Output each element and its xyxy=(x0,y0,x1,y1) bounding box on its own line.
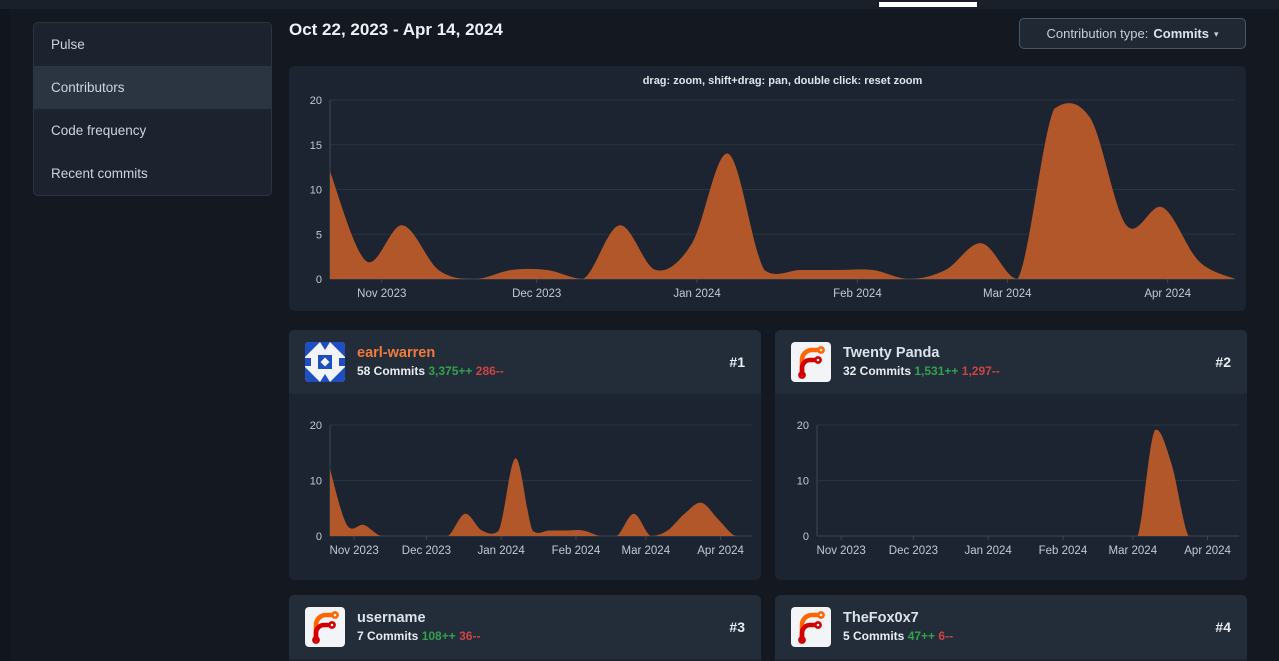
svg-text:Feb 2024: Feb 2024 xyxy=(552,545,601,557)
svg-text:15: 15 xyxy=(310,140,322,152)
svg-text:10: 10 xyxy=(797,476,809,488)
contributor-info: Twenty Panda 32 Commits 1,531++ 1,297-- xyxy=(843,344,1203,380)
contributor-card-3: username 7 Commits 108++ 36-- #3 xyxy=(289,595,761,661)
forgejo-logo-avatar xyxy=(305,607,345,647)
svg-text:10: 10 xyxy=(310,185,322,197)
additions-count: 3,375++ xyxy=(428,364,472,378)
contributor-card-1: earl-warren 58 Commits 3,375++ 286-- #1 … xyxy=(289,330,761,580)
svg-text:Dec 2023: Dec 2023 xyxy=(402,545,451,557)
svg-text:Feb 2024: Feb 2024 xyxy=(1039,545,1088,557)
sidebar-item-code-frequency[interactable]: Code frequency xyxy=(34,109,271,152)
commit-count: 5 Commits xyxy=(843,629,904,643)
svg-text:0: 0 xyxy=(316,274,322,286)
contributions-area-chart[interactable]: 0 5 10 15 20 Nov 2023 Dec 2023 Jan 2024 Feb 2024… xyxy=(289,66,1246,311)
contributor-stats: 5 Commits 47++ 6-- xyxy=(843,628,1203,645)
svg-text:Jan 2024: Jan 2024 xyxy=(964,545,1012,557)
contributor-name[interactable]: earl-warren xyxy=(357,344,717,363)
sidebar-item-recent-commits[interactable]: Recent commits xyxy=(34,152,271,195)
sidebar-item-contributors[interactable]: Contributors xyxy=(34,66,271,109)
svg-text:Jan 2024: Jan 2024 xyxy=(673,288,721,300)
svg-text:20: 20 xyxy=(797,420,809,432)
commit-count: 7 Commits xyxy=(357,629,418,643)
contributor-info: username 7 Commits 108++ 36-- xyxy=(357,609,717,645)
contributor-area-chart[interactable]: 0 10 20 Nov 2023 Dec 2023 Jan 2024 Feb 2024 Mar… xyxy=(775,394,1247,580)
contributor-card-2: Twenty Panda 32 Commits 1,531++ 1,297-- … xyxy=(775,330,1247,580)
commit-count: 58 Commits xyxy=(357,364,425,378)
date-range-title: Oct 22, 2023 - Apr 14, 2024 xyxy=(289,20,503,40)
svg-text:Apr 2024: Apr 2024 xyxy=(1144,288,1191,300)
rank-badge: #2 xyxy=(1215,354,1231,370)
rank-badge: #3 xyxy=(729,619,745,635)
activity-sidebar: Pulse Contributors Code frequency Recent… xyxy=(33,22,272,196)
contributor-card-header: TheFox0x7 5 Commits 47++ 6-- #4 xyxy=(775,595,1247,659)
svg-text:Feb 2024: Feb 2024 xyxy=(833,288,882,300)
svg-text:Dec 2023: Dec 2023 xyxy=(889,545,938,557)
svg-text:Jan 2024: Jan 2024 xyxy=(477,545,525,557)
svg-text:Apr 2024: Apr 2024 xyxy=(697,545,744,557)
svg-text:Nov 2023: Nov 2023 xyxy=(330,545,379,557)
top-navbar xyxy=(0,0,1279,9)
commit-count: 32 Commits xyxy=(843,364,911,378)
identicon-avatar[interactable] xyxy=(305,342,345,382)
contributor-stats: 32 Commits 1,531++ 1,297-- xyxy=(843,363,1203,380)
svg-text:Dec 2023: Dec 2023 xyxy=(512,288,561,300)
caret-down-icon: ▾ xyxy=(1214,29,1219,40)
additions-count: 1,531++ xyxy=(914,364,958,378)
contributor-name: Twenty Panda xyxy=(843,344,1203,363)
svg-text:Mar 2024: Mar 2024 xyxy=(1109,545,1158,557)
contributor-card-header: Twenty Panda 32 Commits 1,531++ 1,297-- … xyxy=(775,330,1247,394)
svg-text:0: 0 xyxy=(803,531,809,543)
main-contributions-chart-card: drag: zoom, shift+drag: pan, double clic… xyxy=(289,66,1246,311)
forgejo-logo-avatar xyxy=(791,342,831,382)
rank-badge: #1 xyxy=(729,354,745,370)
rank-badge: #4 xyxy=(1215,619,1231,635)
contributor-card-header: username 7 Commits 108++ 36-- #3 xyxy=(289,595,761,659)
contributor-area-chart[interactable]: 0 10 20 Nov 2023 Dec 2023 Jan 2024 Feb 2024 Mar… xyxy=(289,394,761,580)
additions-count: 108++ xyxy=(422,629,456,643)
svg-text:5: 5 xyxy=(316,229,322,241)
contribution-type-value: Commits xyxy=(1153,26,1209,41)
contributor-stats: 58 Commits 3,375++ 286-- xyxy=(357,363,717,380)
deletions-count: 286-- xyxy=(476,364,504,378)
svg-text:20: 20 xyxy=(310,420,322,432)
svg-text:Mar 2024: Mar 2024 xyxy=(622,545,671,557)
contributor-card-header: earl-warren 58 Commits 3,375++ 286-- #1 xyxy=(289,330,761,394)
additions-count: 47++ xyxy=(908,629,935,643)
contributor-info: earl-warren 58 Commits 3,375++ 286-- xyxy=(357,344,717,380)
svg-text:Nov 2023: Nov 2023 xyxy=(357,288,406,300)
svg-text:Mar 2024: Mar 2024 xyxy=(983,288,1032,300)
forgejo-logo-avatar xyxy=(791,607,831,647)
active-tab-underline xyxy=(879,2,977,7)
svg-text:Apr 2024: Apr 2024 xyxy=(1184,545,1231,557)
contributor-stats: 7 Commits 108++ 36-- xyxy=(357,628,717,645)
left-gutter xyxy=(0,9,10,661)
deletions-count: 1,297-- xyxy=(962,364,1000,378)
contribution-type-dropdown[interactable]: Contribution type: Commits ▾ xyxy=(1019,18,1246,49)
sidebar-item-pulse[interactable]: Pulse xyxy=(34,23,271,66)
svg-text:Nov 2023: Nov 2023 xyxy=(817,545,866,557)
deletions-count: 36-- xyxy=(459,629,480,643)
contributor-info: TheFox0x7 5 Commits 47++ 6-- xyxy=(843,609,1203,645)
svg-text:10: 10 xyxy=(310,476,322,488)
contributor-name: TheFox0x7 xyxy=(843,609,1203,628)
contributor-name: username xyxy=(357,609,717,628)
contribution-type-label: Contribution type: xyxy=(1046,26,1148,41)
svg-text:0: 0 xyxy=(316,531,322,543)
deletions-count: 6-- xyxy=(938,629,953,643)
svg-text:20: 20 xyxy=(310,95,322,107)
contributor-card-4: TheFox0x7 5 Commits 47++ 6-- #4 xyxy=(775,595,1247,661)
